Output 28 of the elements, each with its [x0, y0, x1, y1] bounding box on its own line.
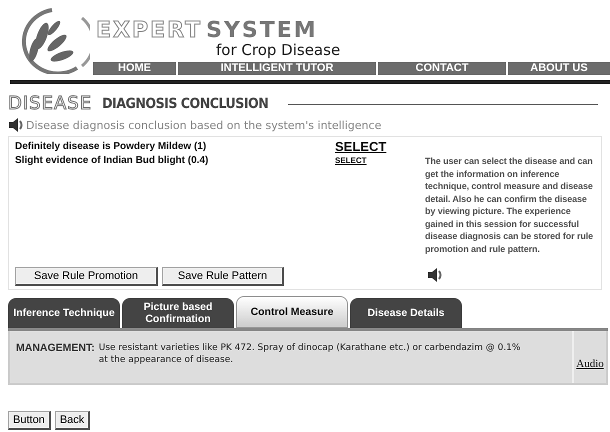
section-title: DISEASE [8, 94, 92, 114]
save-button[interactable]: Save Rule Pattern [162, 266, 284, 286]
select-link[interactable]: SELECT [335, 138, 425, 154]
nav-link[interactable]: CONTACT [378, 62, 506, 75]
audio-link[interactable]: Audio [572, 331, 606, 383]
tab[interactable]: Control Measure [236, 296, 348, 328]
tab[interactable]: Inference Technique [8, 298, 120, 328]
management-label: MANAGEMENT: [16, 342, 95, 354]
result-text: Slight evidence of Indian Bud blight (0.4) [15, 155, 210, 166]
help-text: The user can select the disease and can get the information on inference technique, control measure and disease detail. Also he can confirm the disease by viewing picture. The experience gained in this session for successful disease diagnosis can be stored for rule promotion and rule pattern. [425, 155, 594, 256]
management-text: Use resistant varieties like PK 472. Spray of dinocap (Karathane etc.) or carbendazim @ 0.1% at the appearance of disease. [98, 342, 522, 366]
section-title: DIAGNOSIS CONCLUSION [102, 96, 268, 112]
logo-title: SYSTEM [206, 20, 318, 42]
footer-button[interactable]: Back [54, 411, 90, 430]
footer-button[interactable]: Button [8, 411, 51, 430]
result-text: Definitely disease is Powdery Mildew (1) [15, 140, 208, 152]
nav-link[interactable]: HOME [93, 62, 176, 75]
save-button[interactable]: Save Rule Promotion [15, 266, 158, 286]
tab[interactable]: Picture based Confirmation [122, 298, 234, 328]
nav-link[interactable]: ABOUT US [508, 62, 610, 75]
speaker-icon[interactable] [8, 118, 24, 132]
nav-link[interactable]: INTELLIGENT TUTOR [178, 62, 376, 75]
select-link[interactable]: SELECT [335, 156, 425, 165]
tab[interactable]: Disease Details [350, 298, 462, 328]
section-subtitle: Disease diagnosis conclusion based on the system's intelligence [26, 118, 382, 132]
logo-subtitle: for Crop Disease [216, 42, 340, 58]
logo-title: EXPERT [96, 20, 202, 42]
speaker-icon[interactable] [427, 268, 443, 282]
